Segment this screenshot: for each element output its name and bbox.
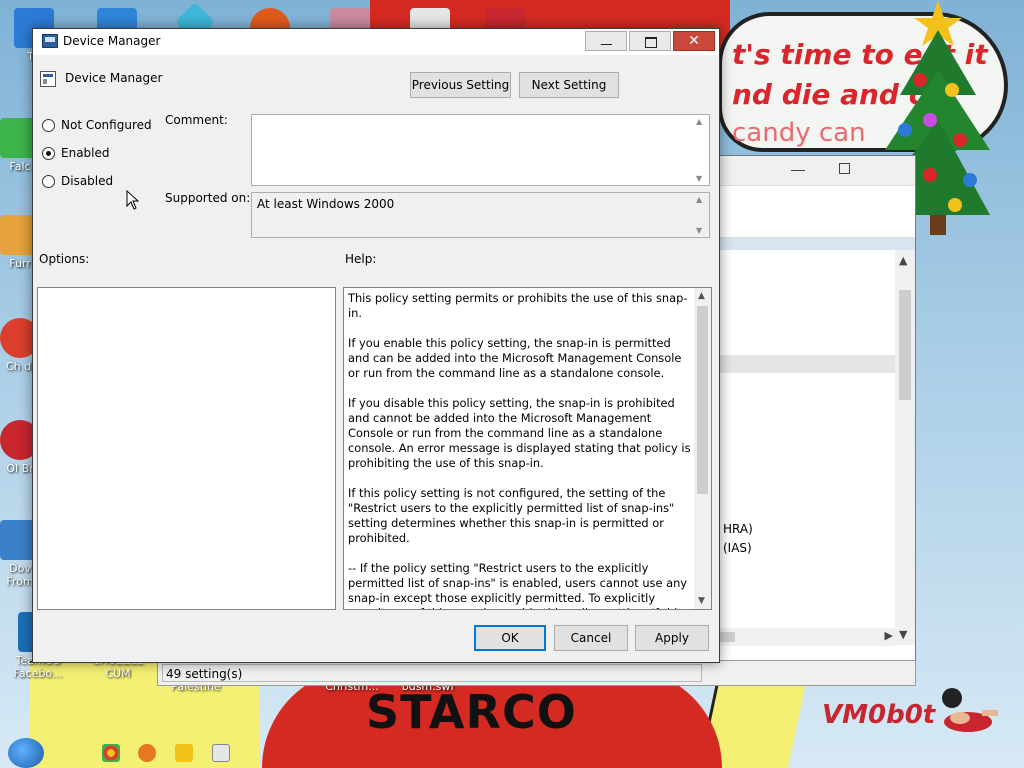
background-window-list[interactable]: HRA) (IAS) ▲ ▼ [701,250,915,645]
minimize-button[interactable] [585,31,627,51]
scroll-down-icon[interactable]: ▼ [698,596,705,606]
help-scrollbar[interactable]: ▲ ▼ [694,288,711,609]
help-label: Help: [345,252,377,266]
dialog-titlebar[interactable]: Device Manager ✕ [33,29,719,55]
notepad-icon[interactable] [212,744,230,762]
wallpaper-signature: VM0b0t [822,700,936,730]
help-panel[interactable]: This policy setting permits or prohibits… [343,287,712,610]
close-icon: ✕ [688,33,700,49]
options-label: Options: [39,252,90,266]
radio-circle[interactable] [42,119,55,132]
horizontal-scrollbar[interactable]: ▶ [701,628,897,646]
maximize-button[interactable] [629,31,671,51]
help-paragraph: This policy setting permits or prohibits… [348,291,688,320]
close-button[interactable]: ✕ [673,31,715,51]
comment-field[interactable]: ▲ ▼ [251,114,710,186]
policy-setting-dialog[interactable]: Device Manager ✕ Device Manager Previous… [32,28,720,663]
minimize-icon[interactable] [791,170,805,171]
start-button[interactable] [8,738,44,768]
maximize-icon[interactable] [839,163,850,174]
previous-setting-button[interactable]: Previous Setting [410,72,511,98]
wallpaper-starco-text: STARCO [366,685,577,739]
cancel-button[interactable]: Cancel [554,625,628,651]
mouse-cursor-icon [126,190,140,210]
list-item[interactable]: HRA) [723,522,753,536]
scroll-up-icon[interactable]: ▲ [899,254,907,267]
folder-icon[interactable] [175,744,193,762]
scroll-up-icon[interactable]: ▲ [698,291,705,301]
help-paragraph: -- If the policy setting "Restrict users… [348,561,688,609]
scroll-thumb[interactable] [697,306,708,494]
help-paragraph: If you enable this policy setting, the s… [348,336,682,380]
background-window-titlebar[interactable] [701,156,915,186]
comment-label: Comment: [165,113,228,127]
setting-icon [40,71,56,87]
vertical-scrollbar[interactable]: ▲ ▼ [895,250,915,645]
options-panel [37,287,336,610]
setting-name: Device Manager [65,71,163,85]
scroll-right-icon[interactable]: ▶ [885,629,893,642]
selected-row[interactable] [701,355,897,373]
scroll-thumb[interactable] [899,290,911,400]
settings-count: 49 setting(s) [162,664,702,682]
ok-button[interactable]: OK [474,625,546,651]
background-mmc-window[interactable]: HRA) (IAS) ▲ ▼ ▶ [700,155,916,685]
scroll-up-icon[interactable]: ▲ [696,195,702,204]
scroll-up-icon[interactable]: ▲ [696,117,702,126]
supported-on-label: Supported on: [165,191,251,205]
scroll-down-icon[interactable]: ▼ [899,628,907,641]
cartoon-figure-icon [942,688,998,732]
firefox-icon[interactable] [138,744,156,762]
background-window-toolbar [701,186,915,238]
radio-circle[interactable] [42,175,55,188]
background-window-header [701,238,915,250]
comment-scroll[interactable]: ▲ ▼ [696,117,706,183]
dialog-title: Device Manager [63,34,161,48]
apply-button[interactable]: Apply [635,625,709,651]
list-item[interactable]: (IAS) [723,541,752,555]
help-paragraph: If you disable this policy setting, the … [348,396,691,470]
supported-on-field: At least Windows 2000 ▲ ▼ [251,192,710,238]
next-setting-button[interactable]: Next Setting [519,72,619,98]
banner-line-3: candy can [732,118,866,148]
help-text: This policy setting permits or prohibits… [348,291,692,609]
radio-circle-selected[interactable] [42,147,55,160]
help-paragraph: If this policy setting is not configured… [348,486,675,545]
policy-icon [42,34,58,48]
scroll-down-icon[interactable]: ▼ [696,226,702,235]
supported-scroll[interactable]: ▲ ▼ [696,195,706,235]
taskbar [0,736,1024,768]
scroll-down-icon[interactable]: ▼ [696,174,702,183]
mmc-status-bar: 49 setting(s) [157,660,916,686]
chrome-icon[interactable] [102,744,120,762]
